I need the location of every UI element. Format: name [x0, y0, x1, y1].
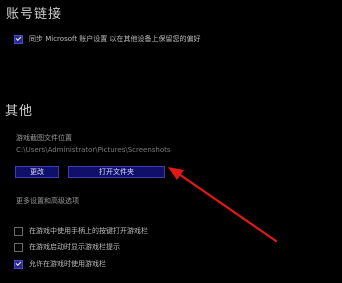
annotation-arrow-icon: [168, 167, 278, 243]
